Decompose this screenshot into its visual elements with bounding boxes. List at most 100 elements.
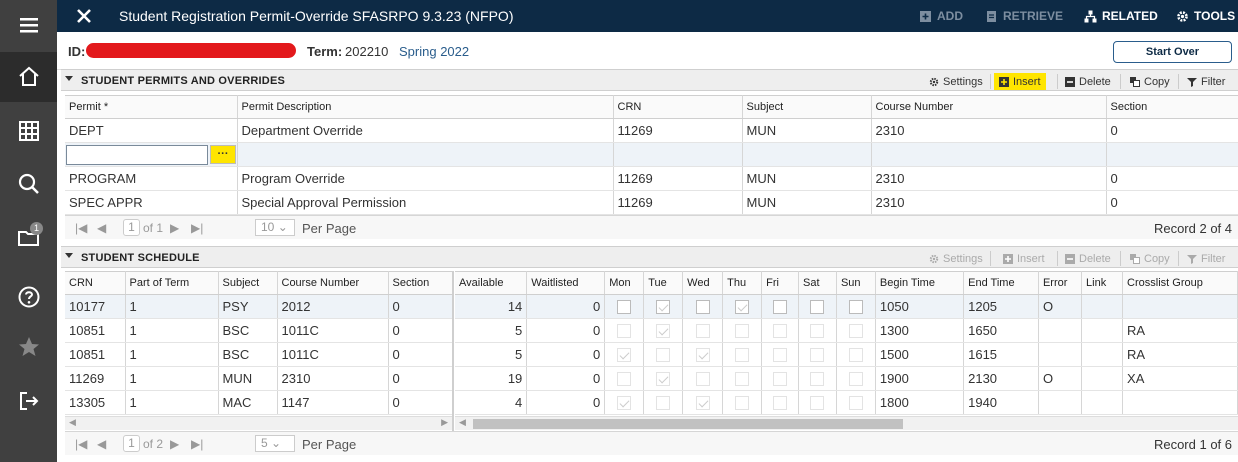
sun-checkbox[interactable] (848, 348, 863, 363)
schedule-filter-button[interactable]: Filter (1182, 250, 1230, 267)
thu-checkbox[interactable] (735, 348, 750, 363)
folder-icon[interactable]: 1 (0, 213, 57, 263)
mon-checkbox[interactable] (617, 300, 632, 315)
last-page-icon[interactable]: ▶| (191, 221, 203, 235)
frozen-horizontal-scrollbar[interactable]: ◀ ▶ (65, 416, 452, 430)
column-header[interactable]: Error (1038, 271, 1083, 295)
sun-checkbox[interactable] (848, 300, 863, 315)
column-header[interactable]: Part of Term (125, 271, 219, 295)
column-header[interactable]: Crosslist Group (1122, 271, 1238, 295)
table-row[interactable]: 4 0 1800 1940 (455, 390, 1238, 415)
per-page-select[interactable]: 5 ⌄ (255, 435, 295, 452)
column-header[interactable]: Subject (218, 271, 278, 295)
permit-cell[interactable]: SPEC APPR (65, 190, 238, 215)
sat-checkbox[interactable] (810, 396, 825, 411)
column-header[interactable]: Course Number (277, 271, 389, 295)
sat-checkbox[interactable] (810, 300, 825, 315)
wed-checkbox[interactable] (695, 324, 710, 339)
fri-checkbox[interactable] (773, 396, 788, 411)
tue-checkbox[interactable] (656, 324, 671, 339)
last-page-icon[interactable]: ▶| (191, 437, 203, 451)
permits-settings-button[interactable]: Settings (924, 73, 988, 90)
first-page-icon[interactable]: |◀ (75, 437, 87, 451)
column-header[interactable]: Waitlisted (526, 271, 606, 295)
tools-button[interactable]: TOOLS (1176, 9, 1235, 23)
table-row[interactable]: 10851 1 BSC 1011C 0 (65, 318, 453, 343)
column-header[interactable]: Fri (761, 271, 800, 295)
schedule-copy-button[interactable]: Copy (1125, 250, 1175, 267)
table-row-selected[interactable]: ··· (65, 142, 1238, 167)
grid-icon[interactable] (0, 106, 57, 156)
tue-checkbox[interactable] (656, 396, 671, 411)
menu-icon[interactable] (0, 0, 57, 50)
crn-cell[interactable]: 11269 (613, 118, 743, 143)
permits-copy-button[interactable]: Copy (1125, 73, 1175, 90)
wed-checkbox[interactable] (695, 396, 710, 411)
collapse-icon[interactable] (65, 76, 73, 81)
scroll-left-icon[interactable]: ◀ (459, 417, 466, 428)
lookup-button[interactable]: ··· (210, 145, 236, 164)
frozen-divider[interactable] (452, 271, 454, 431)
mon-checkbox[interactable] (617, 348, 632, 363)
start-over-button[interactable]: Start Over (1113, 41, 1232, 63)
column-header[interactable]: Section (388, 271, 453, 295)
thu-checkbox[interactable] (735, 372, 750, 387)
table-row[interactable]: 5 0 1500 1615 RA (455, 342, 1238, 367)
home-icon[interactable] (0, 52, 57, 102)
column-header[interactable]: Begin Time (875, 271, 965, 295)
column-header[interactable]: Tue (643, 271, 684, 295)
table-row[interactable]: 13305 1 MAC 1147 0 (65, 390, 453, 415)
permits-delete-button[interactable]: Delete (1060, 73, 1116, 90)
tue-checkbox[interactable] (656, 348, 671, 363)
column-header[interactable]: Subject (742, 95, 872, 119)
permits-filter-button[interactable]: Filter (1182, 73, 1230, 90)
star-icon[interactable] (0, 322, 57, 372)
horizontal-scrollbar[interactable]: ◀ (455, 416, 1238, 430)
mon-checkbox[interactable] (617, 372, 632, 387)
permit-input[interactable] (66, 145, 208, 165)
sun-checkbox[interactable] (848, 324, 863, 339)
fri-checkbox[interactable] (773, 300, 788, 315)
column-header[interactable]: Available (455, 271, 528, 295)
sun-checkbox[interactable] (848, 372, 863, 387)
table-row[interactable]: SPEC APPR Special Approval Permission 11… (65, 190, 1238, 215)
add-button[interactable]: ADD (919, 9, 963, 23)
scroll-left-icon[interactable]: ◀ (69, 417, 76, 428)
crn-cell[interactable] (613, 142, 743, 167)
help-icon[interactable] (0, 272, 57, 322)
table-row[interactable]: DEPT Department Override 11269 MUN 2310 … (65, 118, 1238, 143)
collapse-icon[interactable] (65, 253, 73, 258)
page-number-input[interactable]: 1 (123, 435, 140, 452)
schedule-delete-button[interactable]: Delete (1060, 250, 1116, 267)
next-page-icon[interactable]: ▶ (170, 221, 179, 235)
column-header[interactable]: Sat (798, 271, 837, 295)
table-row[interactable]: 5 0 1300 1650 RA (455, 318, 1238, 343)
tue-checkbox[interactable] (656, 372, 671, 387)
column-header[interactable]: Wed (682, 271, 724, 295)
close-icon[interactable] (75, 7, 93, 25)
fri-checkbox[interactable] (773, 348, 788, 363)
table-row[interactable]: 11269 1 MUN 2310 0 (65, 366, 453, 391)
column-header[interactable]: CRN (65, 271, 126, 295)
signout-icon[interactable] (0, 376, 57, 426)
tue-checkbox[interactable] (656, 300, 671, 315)
column-header[interactable]: End Time (963, 271, 1039, 295)
column-header[interactable]: Thu (722, 271, 763, 295)
prev-page-icon[interactable]: ◀ (97, 221, 106, 235)
wed-checkbox[interactable] (695, 348, 710, 363)
search-icon[interactable] (0, 159, 57, 209)
prev-page-icon[interactable]: ◀ (97, 437, 106, 451)
sat-checkbox[interactable] (810, 348, 825, 363)
next-page-icon[interactable]: ▶ (170, 437, 179, 451)
fri-checkbox[interactable] (773, 324, 788, 339)
table-row[interactable]: 14 0 1050 1205 O (455, 294, 1238, 319)
column-header[interactable]: Link (1081, 271, 1124, 295)
related-button[interactable]: RELATED (1084, 9, 1158, 23)
table-row[interactable]: 10851 1 BSC 1011C 0 (65, 342, 453, 367)
mon-checkbox[interactable] (617, 324, 632, 339)
thu-checkbox[interactable] (735, 396, 750, 411)
permit-cell[interactable]: DEPT (65, 118, 238, 143)
thu-checkbox[interactable] (735, 324, 750, 339)
column-header[interactable]: Course Number (871, 95, 1107, 119)
thu-checkbox[interactable] (735, 300, 750, 315)
